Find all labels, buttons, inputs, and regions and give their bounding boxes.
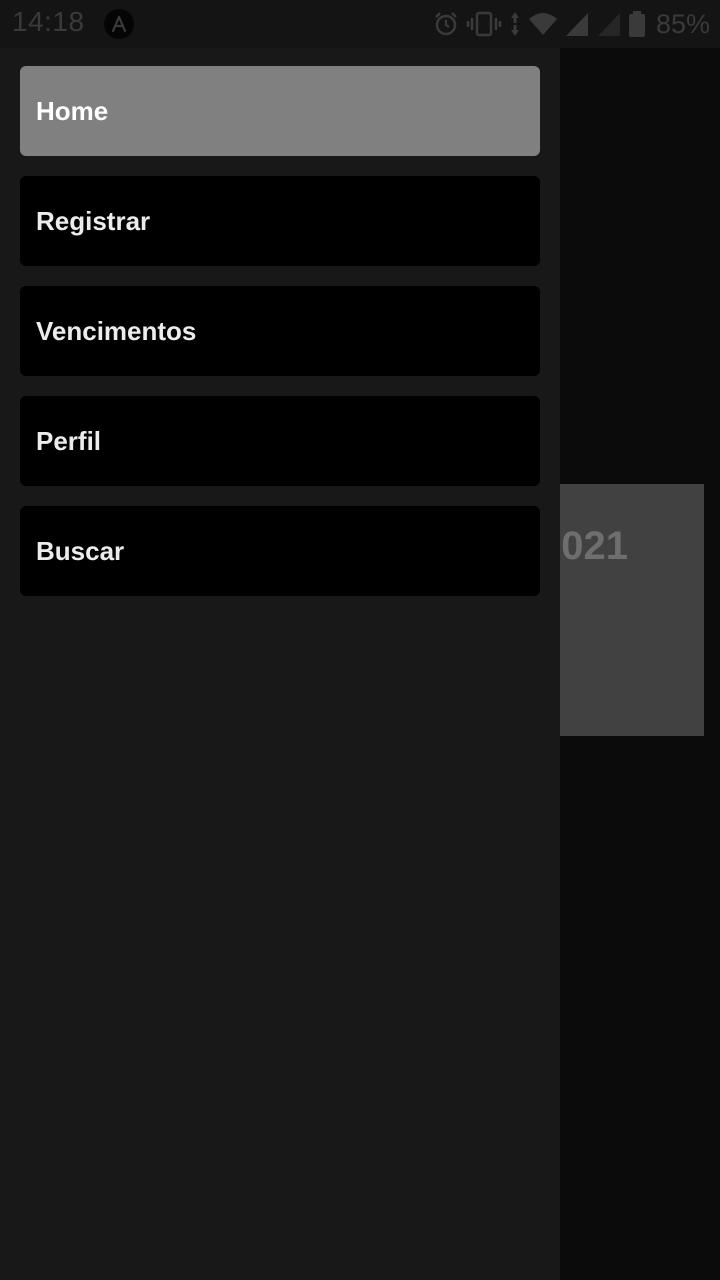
battery-percent: 85% <box>655 8 710 39</box>
vibrate-icon <box>466 10 502 38</box>
drawer-item-home[interactable]: Home <box>20 66 540 156</box>
drawer-item-label: Buscar <box>36 535 125 566</box>
drawer-item-label: Vencimentos <box>36 315 197 346</box>
navigation-drawer: Home Registrar Vencimentos Perfil Buscar <box>0 48 560 1280</box>
drawer-item-perfil[interactable]: Perfil <box>20 396 540 486</box>
drawer-item-label: Home <box>36 95 109 126</box>
status-bar: 14:18 85% <box>0 0 720 48</box>
app-notification-icon <box>104 9 134 39</box>
data-arrows-icon <box>508 10 522 38</box>
battery-icon <box>628 10 646 38</box>
alarm-icon <box>432 10 460 38</box>
cell-signal-icon <box>564 10 590 38</box>
cell-signal-empty-icon <box>596 10 622 38</box>
drawer-item-label: Perfil <box>36 425 102 456</box>
wifi-icon <box>528 10 558 38</box>
drawer-item-label: Registrar <box>36 205 151 236</box>
status-time: 14:18 <box>12 6 85 37</box>
drawer-item-registrar[interactable]: Registrar <box>20 176 540 266</box>
drawer-item-buscar[interactable]: Buscar <box>20 506 540 596</box>
status-icons: 85% <box>432 0 710 48</box>
drawer-item-vencimentos[interactable]: Vencimentos <box>20 286 540 376</box>
